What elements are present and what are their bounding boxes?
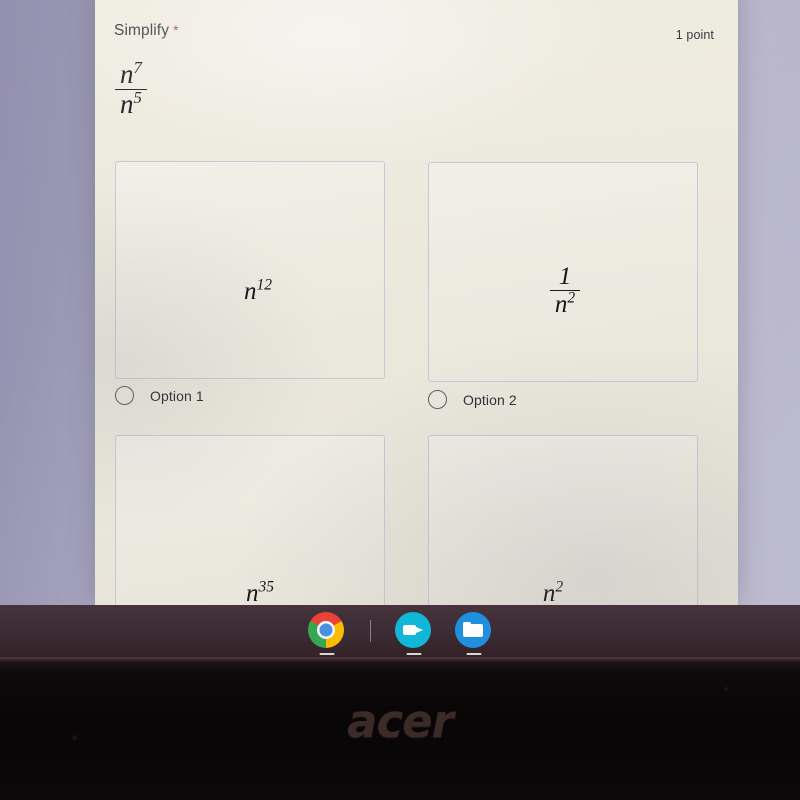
exponent: 12 <box>256 276 273 294</box>
radio-option-1[interactable]: Option 1 <box>115 386 204 405</box>
fraction-numerator: n7 <box>115 58 147 89</box>
folder-icon[interactable] <box>454 612 491 648</box>
running-indicator <box>319 652 334 655</box>
shelf-item-files[interactable] <box>454 612 493 655</box>
exponent: 2 <box>555 578 564 596</box>
choice-expression-2: 1 n2 <box>549 262 581 318</box>
video-camera-icon[interactable] <box>394 612 431 648</box>
question-expression: n7 n5 <box>115 58 147 119</box>
form-question-card: Simplify * 1 point n7 n5 n12 1 n2 Option… <box>95 0 738 606</box>
base: n <box>246 580 259 606</box>
brand-logo: acer <box>347 695 454 748</box>
running-indicator <box>406 652 421 655</box>
choice-expression-1: n12 <box>244 276 273 306</box>
fraction-numerator: 1 <box>558 262 572 290</box>
choice-image-option-4[interactable]: n2 <box>428 435 698 606</box>
chromeos-shelf <box>0 605 800 657</box>
choice-image-option-1[interactable]: n12 <box>115 161 385 379</box>
numerator-base: n <box>120 59 134 89</box>
page-title: Simplify <box>114 22 170 39</box>
denominator-exponent: 2 <box>567 289 576 307</box>
question-header: Simplify * <box>114 22 179 40</box>
choice-expression-4: n2 <box>542 578 564 606</box>
fraction-denominator: n2 <box>549 289 581 318</box>
shelf-icon-row <box>0 605 800 657</box>
base: n <box>244 278 257 305</box>
numerator-exponent: 7 <box>133 58 142 77</box>
dust-speck <box>72 735 77 740</box>
exponent: 35 <box>258 578 275 596</box>
running-indicator <box>466 652 481 655</box>
denominator-base: n <box>554 290 568 318</box>
denominator-base: n <box>120 89 134 120</box>
base: n <box>542 580 556 606</box>
dust-speck <box>724 687 728 691</box>
radio-option-1-label: Option 1 <box>150 387 204 404</box>
fraction-denominator: n5 <box>115 89 147 119</box>
fraction: n7 n5 <box>115 58 147 119</box>
radio-button-icon[interactable] <box>428 390 447 409</box>
points-label: 1 point <box>675 28 714 42</box>
chrome-icon[interactable] <box>307 612 344 648</box>
radio-option-2[interactable]: Option 2 <box>428 390 517 409</box>
choice-image-option-3[interactable]: n35 <box>115 435 385 606</box>
denominator-exponent: 5 <box>133 88 142 108</box>
shelf-item-chrome[interactable] <box>307 612 346 655</box>
hinge-highlight <box>0 657 800 662</box>
laptop-photo: Simplify * 1 point n7 n5 n12 1 n2 Option… <box>0 0 800 800</box>
shelf-item-camera[interactable] <box>394 612 433 655</box>
laptop-bezel: acer <box>0 657 800 800</box>
choice-image-option-2[interactable]: 1 n2 <box>428 162 698 382</box>
radio-option-2-label: Option 2 <box>463 391 517 408</box>
laptop-screen: Simplify * 1 point n7 n5 n12 1 n2 Option… <box>0 0 800 606</box>
fraction: 1 n2 <box>549 262 581 318</box>
choice-expression-3: n35 <box>246 578 275 606</box>
shelf-divider <box>369 620 371 642</box>
radio-button-icon[interactable] <box>115 386 134 405</box>
required-asterisk: * <box>173 22 179 38</box>
